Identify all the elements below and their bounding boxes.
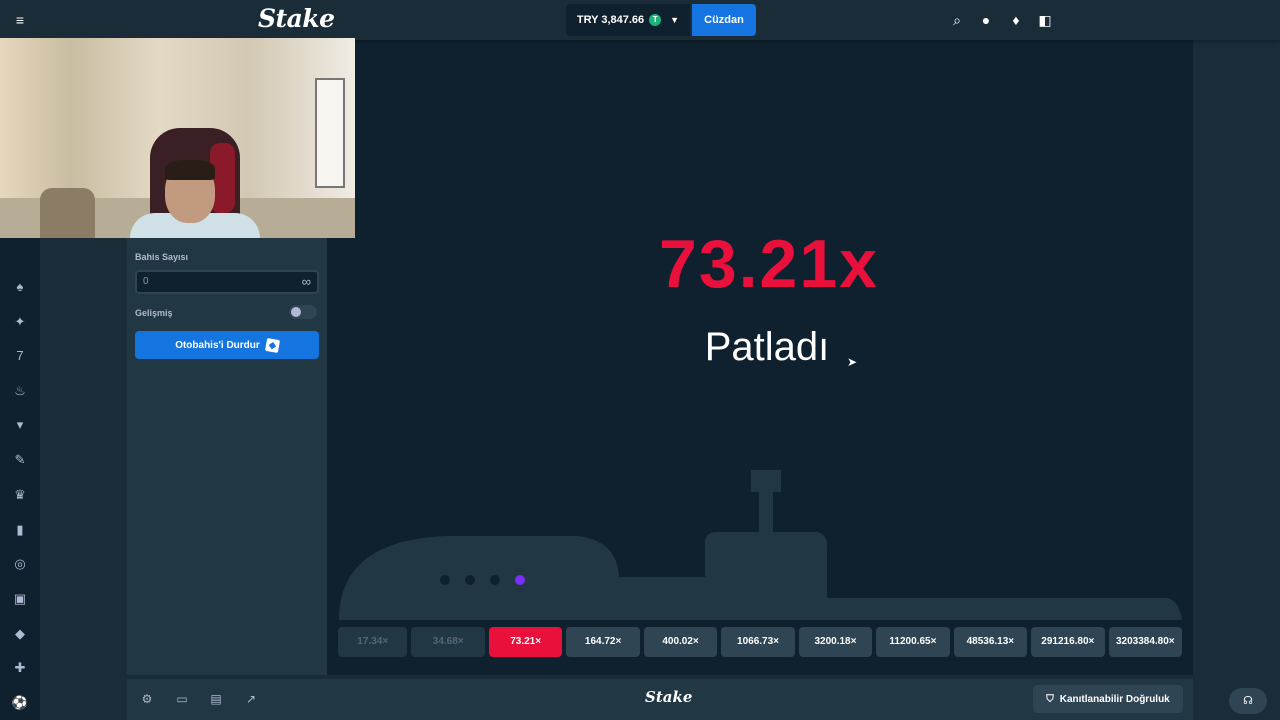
gift-icon[interactable]: ▣ — [10, 589, 30, 609]
battery-icon[interactable]: ▮ — [10, 520, 30, 540]
chevron-down-icon: ▼ — [670, 15, 680, 25]
multiplier-history: 17.34× 34.68× 73.21× 164.72× 400.02× 106… — [338, 627, 1183, 657]
webcam-window — [315, 78, 345, 188]
game-area: 73.21x Patladı ➤ — [327, 40, 1193, 675]
soccer-icon[interactable]: ⚽ — [10, 693, 30, 713]
search-icon[interactable]: ⌕ — [947, 10, 967, 30]
infinity-icon[interactable]: ∞ — [302, 274, 311, 289]
shield-check-icon: ⛉ — [1046, 693, 1054, 705]
ticket-icon[interactable]: ◆ — [10, 624, 30, 644]
stats-icon[interactable]: ▤ — [207, 690, 225, 708]
webcam-overlay — [0, 38, 355, 238]
porthole — [490, 575, 500, 585]
bet-count-value: 0 — [143, 276, 149, 287]
settings-icon[interactable]: ⚙ — [138, 690, 156, 708]
right-pane — [1193, 40, 1280, 675]
crown-icon[interactable]: ♛ — [10, 485, 30, 505]
footer-stake-logo: Stake — [645, 688, 693, 706]
bet-count-input[interactable]: 0 ∞ — [135, 270, 319, 294]
autobet-gem-icon: ◆ — [264, 337, 280, 353]
porthole — [440, 575, 450, 585]
bet-count-label: Bahis Sayısı — [135, 252, 189, 262]
advanced-toggle[interactable] — [289, 305, 317, 319]
webcam-person-hair — [165, 160, 215, 180]
provably-fair-label: Kanıtlanabilir Doğruluk — [1059, 693, 1170, 705]
target-icon[interactable]: ◎ — [10, 554, 30, 574]
star-icon[interactable]: ✦ — [10, 312, 30, 332]
history-chip[interactable]: 34.68× — [411, 627, 485, 657]
history-chip[interactable]: 73.21× — [488, 627, 563, 657]
currency-coin-icon: T — [649, 14, 662, 26]
periscope-top — [751, 470, 781, 492]
top-bar: ≡ Stake TRY 3,847.66 T ▼ Cüzdan ⌕ ● ♦ ◧ — [0, 0, 1280, 40]
history-chip[interactable]: 17.34× — [338, 627, 408, 657]
submarine-graphic — [339, 470, 1182, 620]
porthole — [465, 575, 475, 585]
provably-fair-button[interactable]: ⛉ Kanıtlanabilir Doğruluk — [1033, 685, 1183, 713]
balance-display[interactable]: TRY 3,847.66 T ▼ — [566, 4, 690, 36]
toggle-knob — [291, 307, 301, 317]
history-chip[interactable]: 3200.18× — [798, 627, 873, 657]
periscope-shaft — [759, 492, 773, 532]
pen-icon[interactable]: ✎ — [10, 450, 30, 470]
game-footer: ⚙ ▭ ▤ ↗ Stake ⛉ Kanıtlanabilir Doğruluk — [127, 679, 1193, 720]
popout-icon[interactable]: ↗ — [242, 690, 260, 708]
sevens-icon[interactable]: 7 — [10, 346, 30, 366]
stop-autobet-button[interactable]: Otobahis'i Durdur ◆ — [135, 331, 319, 359]
fire-icon[interactable]: ♨ — [10, 381, 30, 401]
history-chip[interactable]: 1066.73× — [721, 627, 795, 657]
history-chip[interactable]: 291216.80× — [1031, 627, 1105, 657]
porthole-active — [515, 575, 525, 585]
advanced-label: Gelişmiş — [135, 308, 173, 318]
tools-icon[interactable]: ✚ — [10, 658, 30, 678]
stake-logo[interactable]: Stake — [258, 4, 335, 33]
history-chip[interactable]: 48536.13× — [953, 627, 1028, 657]
history-chip[interactable]: 164.72× — [566, 627, 640, 657]
sidebar-toggle-icon[interactable]: ◧ — [1035, 10, 1055, 30]
bell-icon[interactable]: ♦ — [1006, 10, 1026, 30]
user-icon[interactable]: ● — [976, 10, 996, 30]
webcam-armchair — [40, 188, 95, 238]
history-chip[interactable]: 11200.65× — [876, 627, 950, 657]
support-headset-icon[interactable]: ☊ — [1229, 688, 1267, 714]
menu-icon[interactable]: ≡ — [10, 10, 30, 30]
submarine-hull — [339, 532, 1182, 620]
casino-icon[interactable]: ♠ — [10, 277, 30, 297]
jersey-icon[interactable]: ▾ — [10, 415, 30, 435]
wallet-button[interactable]: Cüzdan — [692, 4, 756, 36]
history-chip[interactable]: 400.02× — [643, 627, 718, 657]
balance-amount: TRY 3,847.66 — [576, 14, 645, 26]
stop-autobet-label: Otobahis'i Durdur — [175, 339, 260, 351]
history-chip[interactable]: 3203384.80× — [1108, 627, 1183, 657]
theatre-mode-icon[interactable]: ▭ — [173, 690, 191, 708]
